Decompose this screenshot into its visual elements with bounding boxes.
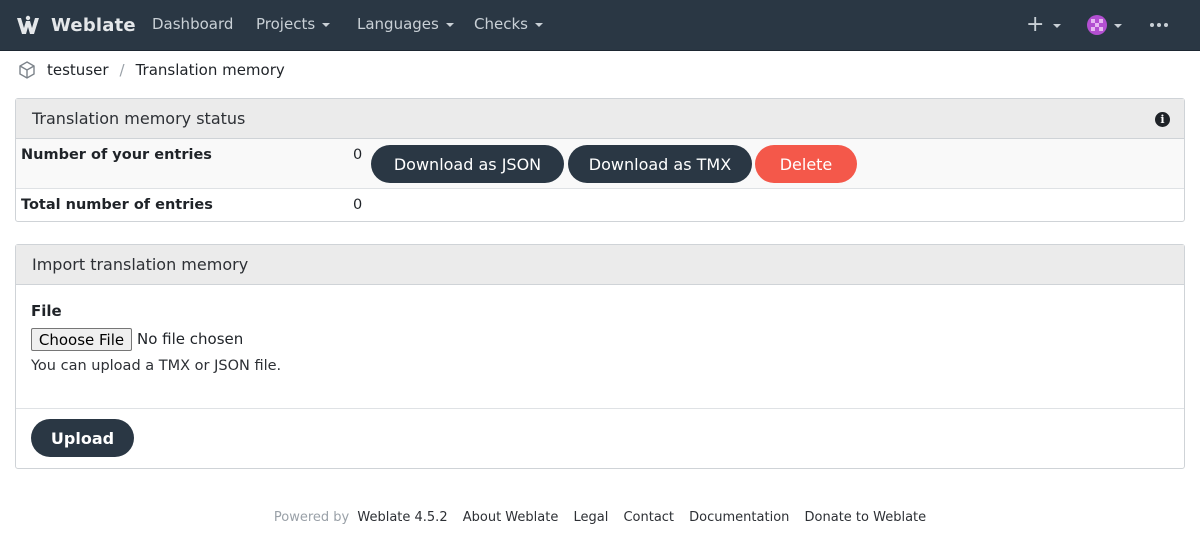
nav-languages[interactable]: Languages <box>357 15 454 33</box>
nav-projects-label: Projects <box>256 15 316 33</box>
powered-by-text: Powered by <box>273 510 350 525</box>
download-tmx-button[interactable]: Download as TMX <box>568 145 752 183</box>
file-field-label: File <box>31 302 62 320</box>
upload-help-text: You can upload a TMX or JSON file. <box>31 358 282 374</box>
file-status-text: No file chosen <box>137 330 244 348</box>
footer: Powered by Weblate 4.5.2 About Weblate L… <box>0 510 1200 525</box>
add-menu-button[interactable]: + <box>1026 12 1062 38</box>
nav-dashboard-label: Dashboard <box>152 15 234 33</box>
status-panel-title: Translation memory status <box>32 109 246 128</box>
total-entries-value: 0 <box>353 197 363 213</box>
info-icon[interactable]: i <box>1155 112 1170 127</box>
your-entries-label: Number of your entries <box>21 147 212 163</box>
import-panel-title: Import translation memory <box>32 255 249 274</box>
nav-projects[interactable]: Projects <box>256 15 331 33</box>
import-panel-header: Import translation memory <box>16 245 1184 285</box>
choose-file-button[interactable]: Choose File <box>31 328 132 351</box>
brand-name: Weblate <box>51 15 136 36</box>
breadcrumb: testuser / Translation memory <box>17 59 285 81</box>
nav-languages-label: Languages <box>357 15 439 33</box>
divider <box>16 408 1184 409</box>
weblate-logo-icon <box>17 15 39 34</box>
footer-link-version[interactable]: Weblate 4.5.2 <box>357 510 447 525</box>
top-navbar: Weblate Dashboard Projects Languages Che… <box>0 0 1200 51</box>
table-row: Total number of entries 0 <box>16 189 1184 221</box>
total-entries-label: Total number of entries <box>21 197 213 213</box>
user-menu-button[interactable] <box>1087 15 1122 35</box>
chevron-down-icon <box>445 23 454 27</box>
more-dots-icon <box>1150 12 1168 38</box>
status-panel-header: Translation memory status i <box>16 99 1184 139</box>
breadcrumb-user-link[interactable]: testuser <box>47 61 109 79</box>
more-menu-button[interactable] <box>1150 12 1168 38</box>
chevron-down-icon <box>1053 24 1062 28</box>
plus-icon: + <box>1026 12 1045 37</box>
chevron-down-icon <box>1114 24 1122 28</box>
footer-link-legal[interactable]: Legal <box>573 510 608 525</box>
footer-link-donate[interactable]: Donate to Weblate <box>805 510 927 525</box>
download-json-button[interactable]: Download as JSON <box>371 145 564 183</box>
avatar-pattern-icon <box>1091 19 1103 31</box>
nav-dashboard[interactable]: Dashboard <box>152 15 233 33</box>
nav-checks[interactable]: Checks <box>474 15 543 33</box>
table-row: Number of your entries 0 Download as JSO… <box>16 139 1184 189</box>
user-cube-icon <box>19 61 35 79</box>
avatar <box>1087 15 1107 35</box>
delete-button[interactable]: Delete <box>755 145 857 183</box>
nav-checks-label: Checks <box>474 15 528 33</box>
chevron-down-icon <box>322 23 331 27</box>
chevron-down-icon <box>534 23 543 27</box>
import-form: File Choose File No file chosen You can … <box>16 285 1184 468</box>
breadcrumb-current-page[interactable]: Translation memory <box>136 61 285 79</box>
your-entries-value: 0 <box>353 147 363 163</box>
upload-button[interactable]: Upload <box>31 419 134 457</box>
footer-link-documentation[interactable]: Documentation <box>689 510 789 525</box>
footer-link-about[interactable]: About Weblate <box>463 510 559 525</box>
import-translation-memory-panel: Import translation memory File Choose Fi… <box>15 244 1185 469</box>
translation-memory-status-panel: Translation memory status i Number of yo… <box>15 98 1185 222</box>
footer-link-contact[interactable]: Contact <box>623 510 674 525</box>
brand-link[interactable]: Weblate <box>14 12 136 39</box>
breadcrumb-separator: / <box>119 61 125 79</box>
